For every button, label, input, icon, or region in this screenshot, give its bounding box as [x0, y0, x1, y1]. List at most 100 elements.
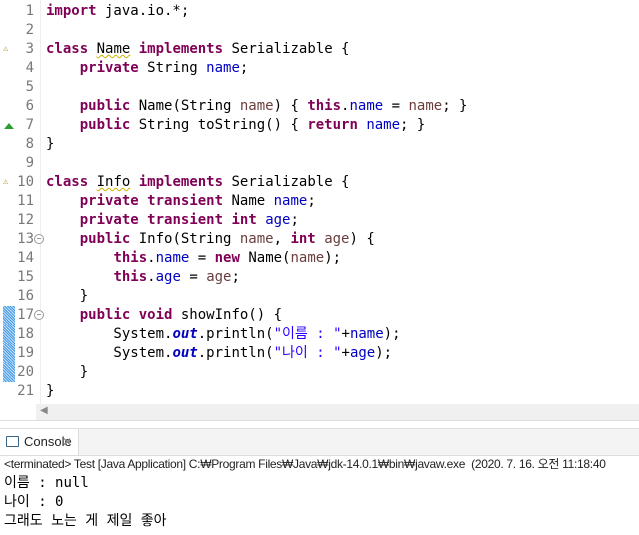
code-line[interactable]: 5 [0, 78, 639, 97]
code-token: System. [46, 326, 173, 342]
code-token: class [46, 174, 89, 190]
code-token: private [79, 60, 139, 76]
line-number: 9 [25, 155, 34, 171]
code-text: private String name; [46, 59, 249, 78]
code-line[interactable]: 13− public Info(String name, int age) { [0, 230, 639, 249]
code-line[interactable]: 1 import java.io.*; [0, 2, 639, 21]
code-token: .println( [197, 345, 274, 361]
code-line[interactable]: 15 this.age = age; [0, 268, 639, 287]
code-token: ; [290, 212, 299, 228]
code-token: Name [223, 193, 274, 209]
tab-console[interactable]: Console ✕ [0, 429, 79, 455]
line-number: 12 [17, 212, 34, 228]
code-editor[interactable]: 1 import java.io.*; 2 ⚠ 3 class Name implemen… [0, 0, 639, 404]
line-number: 15 [17, 269, 34, 285]
code-line[interactable]: 16 } [0, 287, 639, 306]
code-line[interactable]: 7 public String toString() { return name… [0, 116, 639, 135]
code-text: this.name = new Name(name); [46, 249, 341, 268]
code-line[interactable]: 14 this.name = new Name(name); [0, 249, 639, 268]
code-line[interactable]: ⚠ 3 class Name implements Serializable { [0, 40, 639, 59]
code-token: .println( [197, 326, 274, 342]
code-token: name [239, 98, 274, 114]
code-token: } [46, 136, 55, 152]
line-number: 11 [17, 193, 34, 209]
code-token: out [172, 326, 198, 342]
code-line[interactable]: 18 System.out.println("이름 : "+name); [0, 325, 639, 344]
code-line[interactable]: ⚠ 10 class Info implements Serializable { [0, 173, 639, 192]
line-number: 14 [17, 250, 34, 266]
code-token: System. [46, 345, 173, 361]
horizontal-scrollbar[interactable]: ◀ [0, 404, 639, 421]
code-token: ); [375, 345, 393, 361]
fold-collapse-icon[interactable]: − [34, 234, 44, 244]
code-token: ); [324, 250, 342, 266]
code-token: return [307, 117, 358, 133]
close-icon[interactable]: ✕ [62, 429, 72, 455]
line-number: 6 [25, 98, 34, 114]
code-token: public [79, 231, 131, 247]
line-number: 1 [25, 3, 34, 19]
code-token: name [273, 193, 308, 209]
code-token: Name(String [130, 98, 240, 114]
code-line[interactable]: 11 private transient Name name; [0, 192, 639, 211]
code-token: implements [138, 41, 224, 57]
code-text: } [46, 382, 54, 401]
code-token: name [155, 250, 190, 266]
line-number: 21 [17, 383, 34, 399]
code-token: void [138, 307, 173, 323]
code-text: } [46, 287, 88, 306]
code-line[interactable]: 21} [0, 382, 639, 401]
code-token: = [383, 98, 409, 114]
code-text: this.age = age; [46, 268, 239, 287]
console-output-line: 그래도 노는 게 제일 좋아 [4, 513, 167, 529]
code-line[interactable]: 12 private transient int age; [0, 211, 639, 230]
fold-collapse-icon[interactable]: − [34, 310, 44, 320]
code-token: + [341, 345, 350, 361]
code-line[interactable]: 4 private String name; [0, 59, 639, 78]
code-text: private transient int age; [46, 211, 299, 230]
line-number: 10 [17, 174, 34, 190]
code-token: age [349, 345, 376, 361]
code-token: . [147, 250, 156, 266]
line-number: 16 [17, 288, 34, 304]
code-token: public [79, 117, 131, 133]
code-line[interactable]: 20 } [0, 363, 639, 382]
line-number: 5 [25, 79, 34, 95]
line-number: 13 [17, 231, 34, 247]
code-line[interactable]: 17− public void showInfo() { [0, 306, 639, 325]
code-token: , [273, 231, 291, 247]
code-line[interactable]: 6 public Name(String name) { this.name =… [0, 97, 639, 116]
line-number: 4 [25, 60, 34, 76]
code-token: } [46, 288, 89, 304]
code-line[interactable]: 19 System.out.println("나이 : "+age); [0, 344, 639, 363]
code-text: public Name(String name) { this.name = n… [46, 97, 468, 116]
code-token: int [231, 212, 257, 228]
code-token: transient [147, 193, 224, 209]
code-line[interactable]: 9 [0, 154, 639, 173]
code-line[interactable]: 2 [0, 21, 639, 40]
code-token: name [290, 250, 325, 266]
code-token: private [79, 193, 139, 209]
code-token: ) { [273, 98, 308, 114]
line-number: 17 [17, 307, 34, 323]
code-line[interactable]: 8} [0, 135, 639, 154]
code-token: String toString() { [130, 117, 308, 133]
code-token: Name [96, 41, 131, 57]
code-text: public void showInfo() { [46, 306, 282, 325]
line-number: 2 [25, 22, 34, 38]
code-token: public [79, 98, 131, 114]
scroll-left-icon[interactable]: ◀ [40, 405, 48, 416]
code-text: class Info implements Serializable { [46, 173, 349, 192]
console-tab-bar: Console ✕ [0, 428, 639, 456]
line-number: 18 [17, 326, 34, 342]
code-token: age [324, 231, 350, 247]
